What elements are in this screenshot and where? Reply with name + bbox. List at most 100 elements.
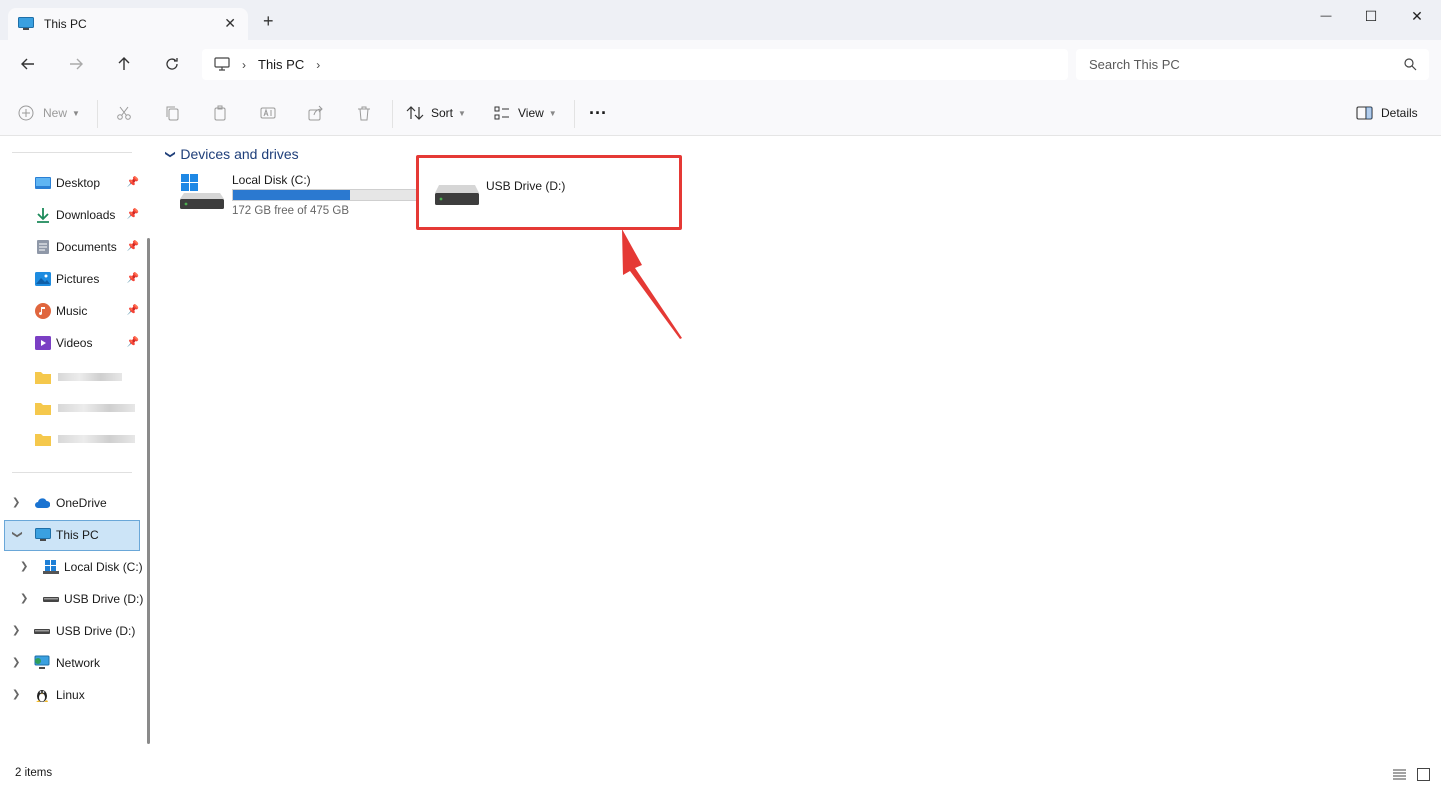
more-options-button[interactable]: ··· <box>589 102 607 124</box>
sidebar-item-local-disk-c[interactable]: ❯ Local Disk (C:) <box>0 553 145 581</box>
sidebar-item-folder-redacted[interactable] <box>0 394 145 422</box>
item-count: 2 items <box>15 767 53 779</box>
sidebar-item-music[interactable]: Music 📌 <box>0 297 145 325</box>
music-icon <box>35 303 51 319</box>
close-button[interactable]: ✕ <box>1394 6 1440 26</box>
chevron-right-icon[interactable]: ❯ <box>20 593 28 604</box>
downloads-icon <box>37 208 49 223</box>
sidebar-item-downloads[interactable]: Downloads 📌 <box>0 201 145 229</box>
sidebar-item-pictures[interactable]: Pictures 📌 <box>0 265 145 293</box>
sidebar-item-desktop[interactable]: Desktop 📌 <box>0 169 145 197</box>
chevron-right-icon[interactable]: ❯ <box>12 497 20 508</box>
pin-icon[interactable]: 📌 <box>127 209 139 220</box>
breadcrumb-chevron-icon[interactable]: › <box>316 58 320 72</box>
breadcrumb-chevron-icon: › <box>242 57 246 72</box>
sidebar-item-label: Desktop <box>56 176 101 190</box>
sidebar-item-label: This PC <box>56 528 99 542</box>
sidebar-item-label: Linux <box>56 688 85 702</box>
details-button[interactable]: Details <box>1356 102 1418 124</box>
forward-button[interactable] <box>64 52 88 76</box>
paste-button[interactable] <box>212 102 228 124</box>
refresh-button[interactable] <box>160 52 184 76</box>
share-button[interactable] <box>308 102 324 124</box>
arrow-up-icon <box>118 57 130 70</box>
windows-drive-icon <box>180 174 224 209</box>
sort-icon <box>406 106 424 120</box>
details-view-icon[interactable] <box>1393 769 1406 780</box>
redacted-label <box>58 435 135 443</box>
new-tab-button[interactable]: + <box>263 12 274 30</box>
share-icon <box>308 105 323 121</box>
sidebar-item-label: OneDrive <box>56 496 107 510</box>
group-header-devices[interactable]: ❯ Devices and drives <box>165 146 299 162</box>
this-pc-icon <box>35 528 51 541</box>
sidebar-item-this-pc[interactable]: ❯ This PC <box>4 520 140 551</box>
search-input[interactable]: Search This PC <box>1076 49 1429 80</box>
pin-icon[interactable]: 📌 <box>127 241 139 252</box>
sidebar-item-onedrive[interactable]: ❯ OneDrive <box>0 489 145 517</box>
sidebar-item-label: Videos <box>56 336 93 350</box>
divider <box>392 100 393 128</box>
chevron-right-icon[interactable]: ❯ <box>12 657 20 668</box>
rename-button[interactable] <box>260 102 276 124</box>
back-button[interactable] <box>16 52 40 76</box>
breadcrumb-this-pc[interactable]: This PC <box>258 57 304 72</box>
sidebar-item-linux[interactable]: ❯ Linux <box>0 681 145 709</box>
cut-button[interactable] <box>116 102 132 124</box>
sidebar-scrollbar[interactable] <box>147 238 150 744</box>
copy-button[interactable] <box>164 102 180 124</box>
tab-title: This PC <box>44 17 87 31</box>
sidebar-item-network[interactable]: ❯ Network <box>0 649 145 677</box>
sidebar-item-usb-drive-d[interactable]: ❯ USB Drive (D:) <box>0 617 145 645</box>
clipboard-icon <box>214 105 226 121</box>
sidebar-item-folder-redacted[interactable] <box>0 425 145 453</box>
command-bar: New ▼ Sort ▼ View ▼ ··· Details <box>0 88 1441 136</box>
chevron-right-icon[interactable]: ❯ <box>12 625 20 636</box>
sidebar-item-label: Documents <box>56 240 117 254</box>
chevron-down-icon: ▼ <box>72 108 80 118</box>
pin-icon[interactable]: 📌 <box>127 273 139 284</box>
address-bar[interactable]: › This PC › <box>202 49 1068 80</box>
new-button[interactable]: New ▼ <box>18 102 80 124</box>
sidebar-item-documents[interactable]: Documents 📌 <box>0 233 145 261</box>
divider <box>574 100 575 128</box>
pin-icon[interactable]: 📌 <box>127 305 139 316</box>
view-button[interactable]: View ▼ <box>494 102 557 124</box>
title-bar: This PC ✕ + — ☐ ✕ <box>0 0 1441 40</box>
sidebar-item-folder-redacted[interactable] <box>0 363 145 391</box>
sidebar-item-videos[interactable]: Videos 📌 <box>0 329 145 357</box>
sidebar-item-label: Network <box>56 656 101 670</box>
maximize-button[interactable]: ☐ <box>1348 6 1394 26</box>
pin-icon[interactable]: 📌 <box>127 177 139 188</box>
folder-icon <box>35 403 51 415</box>
chevron-down-icon: ▼ <box>458 108 466 118</box>
tiles-view-icon[interactable] <box>1417 768 1430 781</box>
drive-tile-local-disk-c[interactable]: Local Disk (C:) 172 GB free of 475 GB <box>180 173 420 221</box>
this-pc-icon <box>18 17 34 30</box>
folder-icon <box>35 434 51 446</box>
sidebar-item-label: USB Drive (D:) <box>64 592 144 606</box>
tab-this-pc[interactable]: This PC ✕ <box>8 8 248 40</box>
minimize-button[interactable]: — <box>1303 6 1349 26</box>
drive-usage-bar <box>232 189 417 201</box>
desktop-icon <box>35 177 51 189</box>
chevron-right-icon[interactable]: ❯ <box>20 561 28 572</box>
usb-drive-icon <box>43 597 59 602</box>
sort-button[interactable]: Sort ▼ <box>406 102 466 124</box>
delete-button[interactable] <box>356 102 372 124</box>
up-button[interactable] <box>112 52 136 76</box>
tab-close-icon[interactable]: ✕ <box>224 15 236 32</box>
search-placeholder: Search This PC <box>1089 57 1180 72</box>
sidebar-item-usb-drive-d-child[interactable]: ❯ USB Drive (D:) <box>0 585 145 613</box>
annotation-arrow-icon <box>622 229 682 339</box>
view-list-icon <box>494 106 509 120</box>
scissors-icon <box>117 106 131 120</box>
chevron-down-icon[interactable]: ❯ <box>12 530 23 538</box>
pin-icon[interactable]: 📌 <box>127 337 139 348</box>
copy-icon <box>166 106 179 121</box>
chevron-right-icon[interactable]: ❯ <box>12 689 20 700</box>
drive-free-space: 172 GB free of 475 GB <box>232 205 349 217</box>
monitor-icon <box>214 57 230 71</box>
arrow-right-icon <box>70 58 83 70</box>
sort-label: Sort <box>431 106 454 120</box>
